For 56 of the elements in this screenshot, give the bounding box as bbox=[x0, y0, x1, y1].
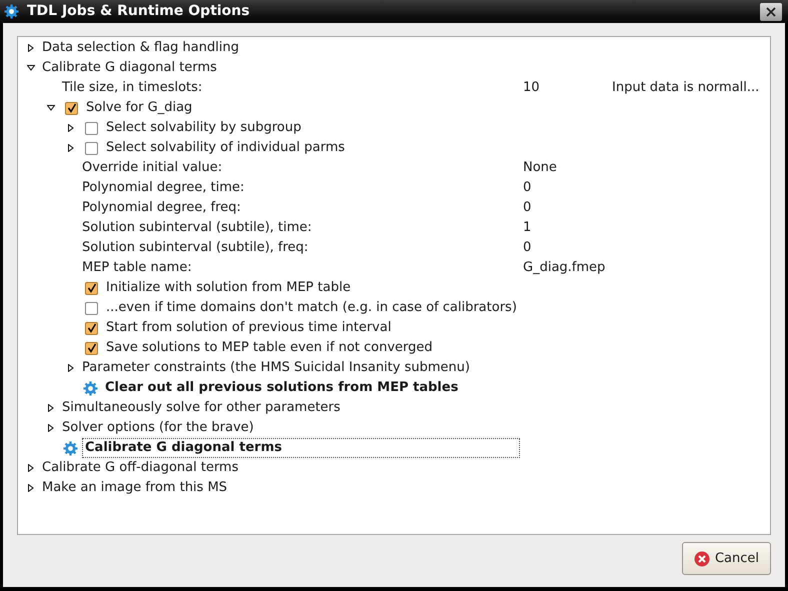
option-label[interactable]: ...even if time domains don't match (e.g. in case of calibrators) bbox=[106, 298, 517, 318]
close-icon bbox=[766, 6, 776, 16]
field-label: Polynomial degree, freq: bbox=[82, 199, 241, 218]
checkbox[interactable] bbox=[85, 142, 98, 154]
tree-item[interactable]: Make an image from this MS bbox=[42, 478, 228, 498]
field-value[interactable]: 0 bbox=[523, 240, 532, 256]
checkbox[interactable] bbox=[85, 282, 98, 294]
tree-item[interactable]: Parameter constraints (the HMS Suicidal Insanity submenu) bbox=[82, 358, 470, 378]
expand-icon[interactable] bbox=[67, 124, 75, 132]
collapse-icon[interactable] bbox=[47, 104, 55, 112]
cancel-icon bbox=[694, 550, 710, 566]
window-title: TDL Jobs & Runtime Options bbox=[27, 2, 250, 21]
expand-icon[interactable] bbox=[27, 484, 35, 492]
expand-icon[interactable] bbox=[27, 44, 35, 52]
checkbox[interactable] bbox=[65, 102, 78, 114]
expand-icon[interactable] bbox=[67, 364, 75, 372]
field-value[interactable]: 1 bbox=[523, 220, 532, 236]
checkbox[interactable] bbox=[85, 122, 98, 134]
tree-item[interactable]: Select solvability by subgroup bbox=[106, 118, 302, 138]
gear-icon bbox=[63, 440, 78, 456]
tree-item[interactable]: Simultaneously solve for other parameters bbox=[62, 398, 340, 418]
field-note: Input data is normall... bbox=[612, 80, 760, 96]
cancel-button[interactable]: Cancel bbox=[682, 542, 771, 575]
action-item[interactable]: Clear out all previous solutions from MEP tables bbox=[102, 378, 462, 398]
option-label[interactable]: Save solutions to MEP table even if not converged bbox=[106, 338, 433, 358]
collapse-icon[interactable] bbox=[27, 64, 35, 72]
expand-icon[interactable] bbox=[67, 144, 75, 152]
field-value[interactable]: None bbox=[523, 160, 557, 176]
expand-icon[interactable] bbox=[47, 404, 55, 412]
close-button[interactable] bbox=[760, 2, 782, 20]
field-label: Tile size, in timeslots: bbox=[62, 79, 202, 98]
field-value[interactable]: 0 bbox=[523, 200, 532, 216]
action-item[interactable]: Calibrate G diagonal terms bbox=[82, 438, 520, 458]
field-label: Solution subinterval (subtile), freq: bbox=[82, 239, 308, 258]
checkbox[interactable] bbox=[85, 302, 98, 314]
tree-item[interactable]: Solver options (for the brave) bbox=[62, 418, 254, 438]
checkbox[interactable] bbox=[85, 342, 98, 354]
gear-icon bbox=[83, 380, 98, 396]
field-label: Solution subinterval (subtile), time: bbox=[82, 219, 312, 238]
option-label[interactable]: Initialize with solution from MEP table bbox=[106, 278, 351, 298]
field-value[interactable]: G_diag.fmep bbox=[523, 260, 606, 276]
checkbox[interactable] bbox=[85, 322, 98, 334]
field-label: MEP table name: bbox=[82, 259, 192, 278]
field-label: Override initial value: bbox=[82, 159, 222, 178]
expand-icon[interactable] bbox=[47, 424, 55, 432]
expand-icon[interactable] bbox=[27, 464, 35, 472]
tree-item[interactable]: Calibrate G diagonal terms bbox=[42, 58, 217, 78]
tree-item[interactable]: Solve for G_diag bbox=[86, 98, 192, 118]
gear-icon bbox=[4, 4, 19, 19]
tree-item[interactable]: Calibrate G off-diagonal terms bbox=[42, 458, 238, 478]
tree-item[interactable]: Select solvability of individual parms bbox=[106, 138, 345, 158]
field-value[interactable]: 10 bbox=[523, 80, 540, 96]
tree-item[interactable]: Data selection & flag handling bbox=[42, 38, 239, 58]
option-label[interactable]: Start from solution of previous time interval bbox=[106, 318, 392, 338]
field-label: Polynomial degree, time: bbox=[82, 179, 244, 198]
field-value[interactable]: 0 bbox=[523, 180, 532, 196]
